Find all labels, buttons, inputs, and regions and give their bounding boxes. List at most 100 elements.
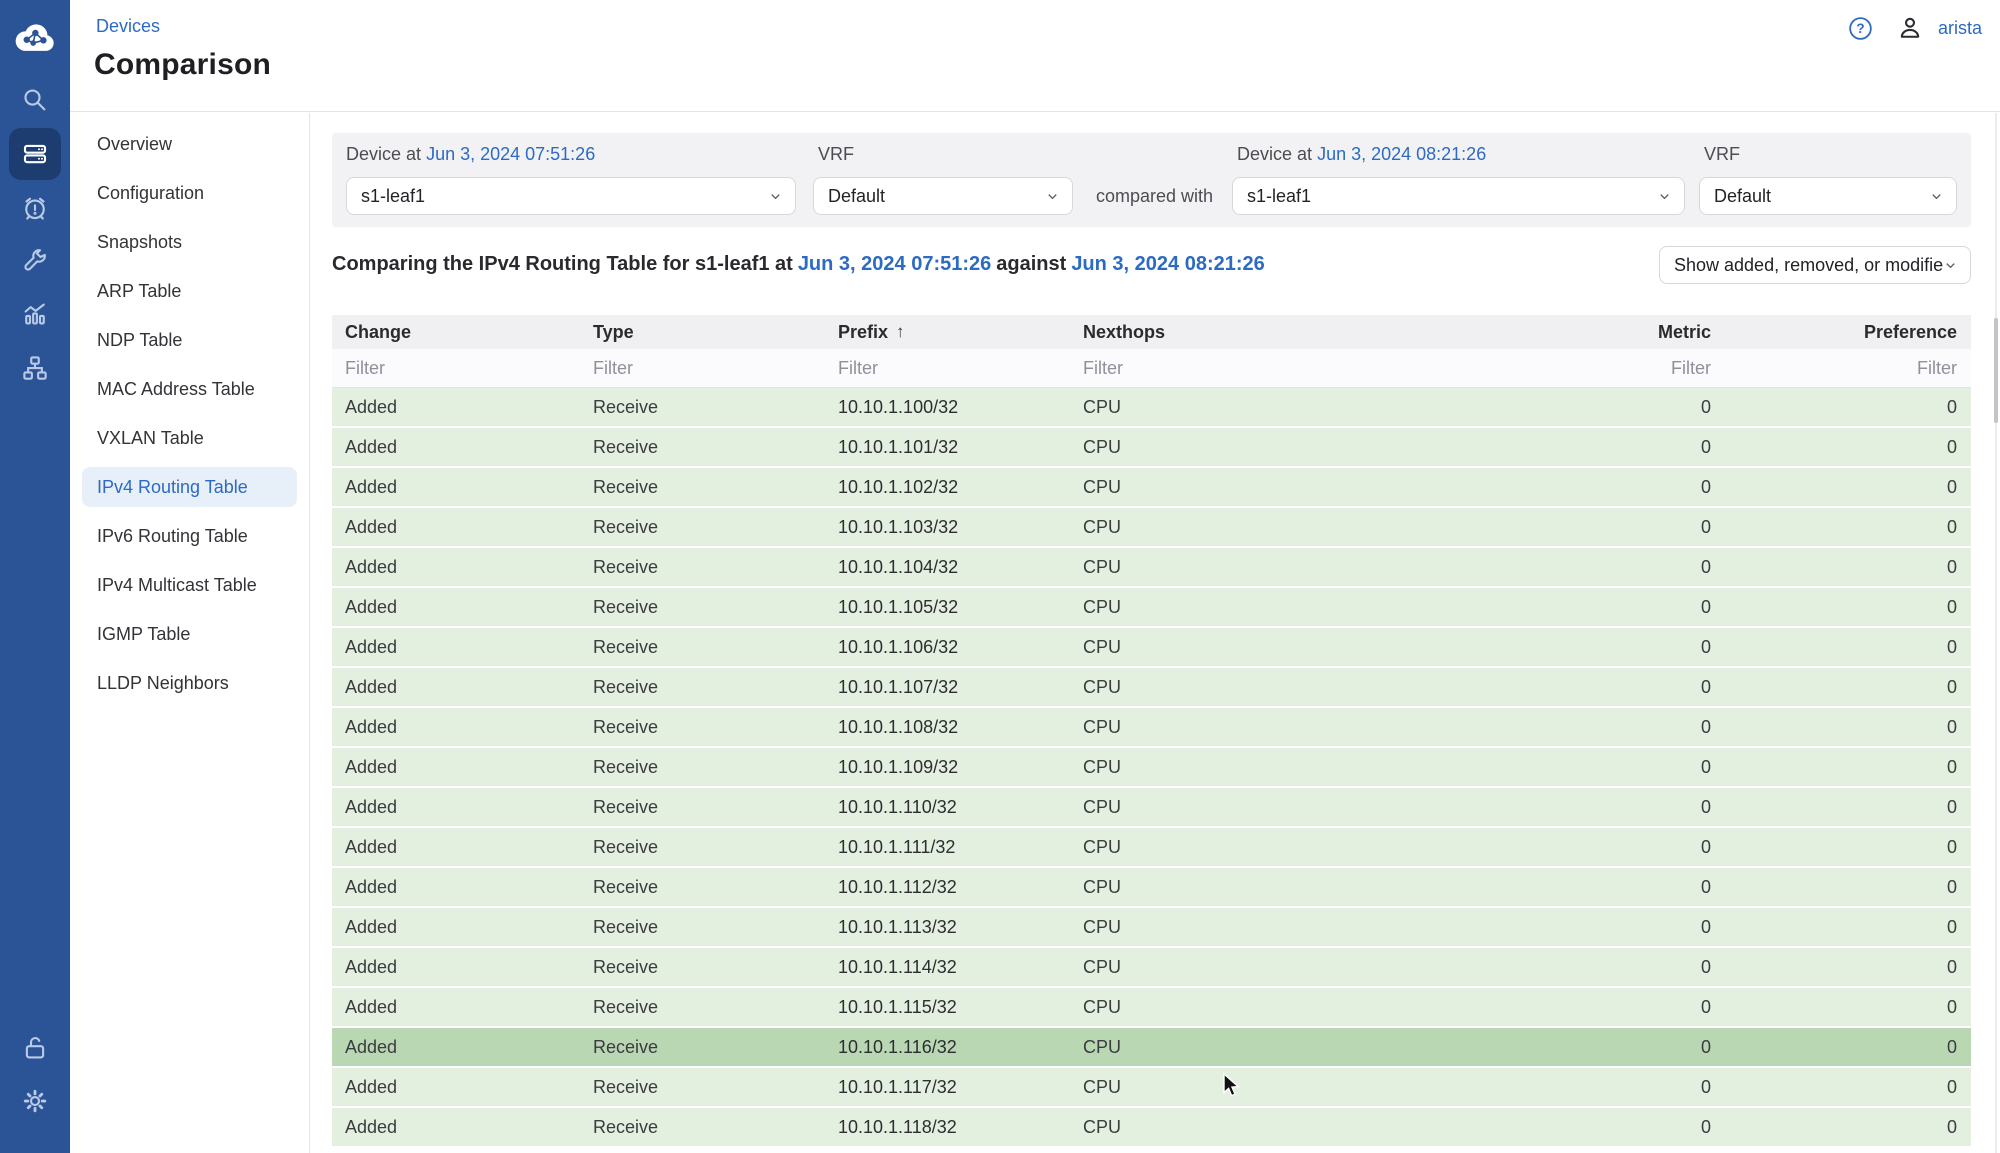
right-vrf-select[interactable]: Default: [1699, 177, 1957, 215]
table-row[interactable]: AddedReceive10.10.1.101/32CPU00: [332, 428, 1971, 468]
heading-text-against: against: [996, 253, 1066, 276]
cell-change: Added: [332, 1117, 580, 1138]
settings-icon[interactable]: [0, 1079, 70, 1123]
cell-type: Receive: [580, 397, 825, 418]
scrollbar-thumb[interactable]: [1994, 318, 1998, 423]
table-row[interactable]: AddedReceive10.10.1.112/32CPU00: [332, 868, 1971, 908]
nav-item-arp-table[interactable]: ARP Table: [82, 271, 297, 311]
cell-prefix: 10.10.1.104/32: [825, 557, 1070, 578]
section-nav: Overview Configuration Snapshots ARP Table N…: [70, 113, 310, 1153]
devices-icon[interactable]: [9, 128, 61, 180]
table-row[interactable]: AddedReceive10.10.1.115/32CPU00: [332, 988, 1971, 1028]
table-row[interactable]: AddedReceive10.10.1.100/32CPU00: [332, 388, 1971, 428]
chevron-down-icon: [1943, 258, 1958, 273]
table-header-row: ChangeTypePrefix↑NexthopsMetricPreferenc…: [332, 315, 1971, 349]
column-header-preference[interactable]: Preference: [1725, 322, 1971, 343]
chevron-down-icon: [1657, 189, 1672, 204]
username[interactable]: arista: [1938, 18, 1982, 39]
cell-type: Receive: [580, 677, 825, 698]
show-changes-select[interactable]: Show added, removed, or modified: [1659, 246, 1971, 284]
filter-input-preference[interactable]: Filter: [1725, 358, 1971, 379]
filter-input-nexthops[interactable]: Filter: [1070, 358, 1565, 379]
cell-nexthops: CPU: [1070, 397, 1565, 418]
provisioning-icon[interactable]: [0, 239, 70, 283]
nav-item-ipv6-routing-table[interactable]: IPv6 Routing Table: [82, 516, 297, 556]
user-icon[interactable]: [1896, 14, 1924, 42]
cell-nexthops: CPU: [1070, 437, 1565, 458]
cell-type: Receive: [580, 797, 825, 818]
cell-prefix: 10.10.1.110/32: [825, 797, 1070, 818]
cell-nexthops: CPU: [1070, 877, 1565, 898]
chevron-down-icon: [1929, 189, 1944, 204]
left-device-select[interactable]: s1-leaf1: [346, 177, 796, 215]
table-row[interactable]: AddedReceive10.10.1.104/32CPU00: [332, 548, 1971, 588]
cell-change: Added: [332, 717, 580, 738]
left-device-timestamp-link[interactable]: Jun 3, 2024 07:51:26: [426, 144, 595, 164]
search-icon[interactable]: [0, 78, 70, 122]
table-row[interactable]: AddedReceive10.10.1.107/32CPU00: [332, 668, 1971, 708]
column-header-nexthops[interactable]: Nexthops: [1070, 322, 1565, 343]
cell-preference: 0: [1725, 797, 1971, 818]
cell-preference: 0: [1725, 597, 1971, 618]
table-row[interactable]: AddedReceive10.10.1.102/32CPU00: [332, 468, 1971, 508]
column-header-type[interactable]: Type: [580, 322, 825, 343]
scrollbar-track[interactable]: [1995, 113, 1997, 1153]
table-row[interactable]: AddedReceive10.10.1.116/32CPU00: [332, 1028, 1971, 1068]
svg-text:?: ?: [1856, 21, 1864, 36]
table-row[interactable]: AddedReceive10.10.1.105/32CPU00: [332, 588, 1971, 628]
table-row[interactable]: AddedReceive10.10.1.110/32CPU00: [332, 788, 1971, 828]
filter-input-metric[interactable]: Filter: [1565, 358, 1725, 379]
nav-item-configuration[interactable]: Configuration: [82, 173, 297, 213]
cell-metric: 0: [1565, 437, 1725, 458]
column-header-prefix[interactable]: Prefix↑: [825, 322, 1070, 343]
right-vrf-label: VRF: [1704, 144, 1740, 165]
topology-icon[interactable]: [0, 346, 70, 390]
filter-input-prefix[interactable]: Filter: [825, 358, 1070, 379]
table-body: AddedReceive10.10.1.100/32CPU00AddedRece…: [332, 388, 1971, 1148]
left-vrf-select[interactable]: Default: [813, 177, 1073, 215]
cell-nexthops: CPU: [1070, 517, 1565, 538]
heading-timestamp-1[interactable]: Jun 3, 2024 07:51:26: [798, 253, 991, 276]
cell-preference: 0: [1725, 557, 1971, 578]
nav-item-mac-address-table[interactable]: MAC Address Table: [82, 369, 297, 409]
cell-nexthops: CPU: [1070, 957, 1565, 978]
cell-metric: 0: [1565, 717, 1725, 738]
table-row[interactable]: AddedReceive10.10.1.103/32CPU00: [332, 508, 1971, 548]
table-row[interactable]: AddedReceive10.10.1.113/32CPU00: [332, 908, 1971, 948]
table-row[interactable]: AddedReceive10.10.1.108/32CPU00: [332, 708, 1971, 748]
filter-input-change[interactable]: Filter: [332, 358, 580, 379]
table-row[interactable]: AddedReceive10.10.1.117/32CPU00: [332, 1068, 1971, 1108]
table-row[interactable]: AddedReceive10.10.1.109/32CPU00: [332, 748, 1971, 788]
nav-item-overview[interactable]: Overview: [82, 124, 297, 164]
table-row[interactable]: AddedReceive10.10.1.118/32CPU00: [332, 1108, 1971, 1148]
cloudvision-logo[interactable]: [0, 12, 70, 62]
nav-item-vxlan-table[interactable]: VXLAN Table: [82, 418, 297, 458]
cell-type: Receive: [580, 637, 825, 658]
table-row[interactable]: AddedReceive10.10.1.111/32CPU00: [332, 828, 1971, 868]
right-device-timestamp-link[interactable]: Jun 3, 2024 08:21:26: [1317, 144, 1486, 164]
cell-metric: 0: [1565, 477, 1725, 498]
nav-item-igmp-table[interactable]: IGMP Table: [82, 614, 297, 654]
table-row[interactable]: AddedReceive10.10.1.114/32CPU00: [332, 948, 1971, 988]
cell-nexthops: CPU: [1070, 997, 1565, 1018]
column-header-metric[interactable]: Metric: [1565, 322, 1725, 343]
heading-timestamp-2[interactable]: Jun 3, 2024 08:21:26: [1071, 253, 1264, 276]
cell-type: Receive: [580, 717, 825, 738]
help-icon[interactable]: ?: [1847, 15, 1874, 42]
nav-item-ndp-table[interactable]: NDP Table: [82, 320, 297, 360]
nav-item-snapshots[interactable]: Snapshots: [82, 222, 297, 262]
nav-item-lldp-neighbors[interactable]: LLDP Neighbors: [82, 663, 297, 703]
table-row[interactable]: AddedReceive10.10.1.106/32CPU00: [332, 628, 1971, 668]
breadcrumb[interactable]: Devices: [96, 16, 160, 37]
right-device-select[interactable]: s1-leaf1: [1232, 177, 1685, 215]
filter-input-type[interactable]: Filter: [580, 358, 825, 379]
lock-open-icon[interactable]: [0, 1026, 70, 1070]
column-header-change[interactable]: Change: [332, 322, 580, 343]
nav-item-ipv4-routing-table[interactable]: IPv4 Routing Table: [82, 467, 297, 507]
events-icon[interactable]: [0, 186, 70, 230]
cell-metric: 0: [1565, 917, 1725, 938]
cell-prefix: 10.10.1.116/32: [825, 1037, 1070, 1058]
cell-preference: 0: [1725, 437, 1971, 458]
metrics-icon[interactable]: [0, 292, 70, 336]
nav-item-ipv4-multicast-table[interactable]: IPv4 Multicast Table: [82, 565, 297, 605]
